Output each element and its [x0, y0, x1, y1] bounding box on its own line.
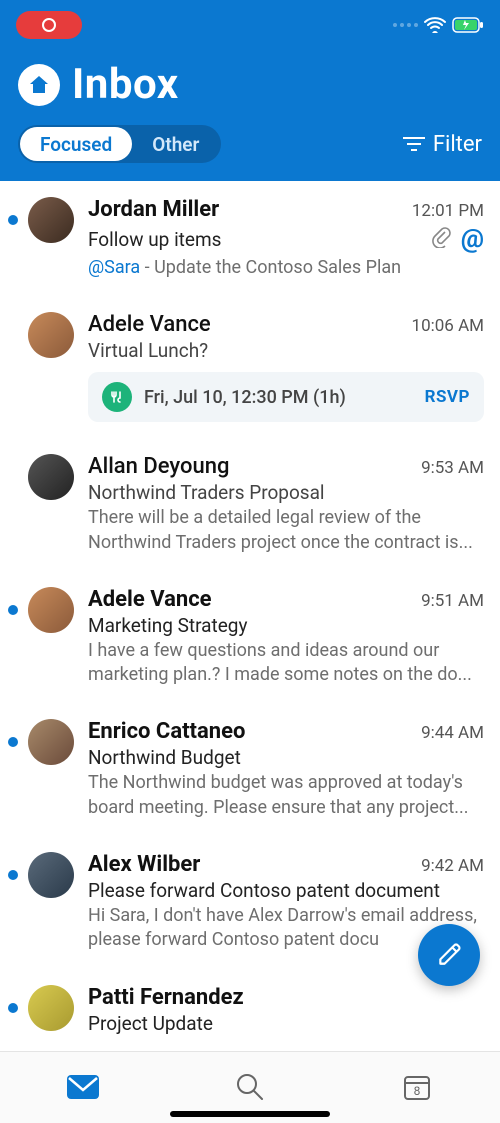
unread-dot [8, 215, 18, 225]
mention-icon: @ [461, 224, 484, 254]
compose-icon [436, 942, 462, 968]
email-row[interactable]: Adele Vance 9:51 AM Marketing StrategyI ha… [0, 571, 500, 704]
bottom-nav: 8 [0, 1051, 500, 1123]
inbox-tab-switch: Focused Other [18, 125, 221, 163]
email-preview: @Sara - Update the Contoso Sales Plan [88, 256, 484, 280]
tab-focused[interactable]: Focused [20, 127, 132, 161]
meeting-time: Fri, Jul 10, 12:30 PM (1h) [144, 387, 413, 408]
filter-label: Filter [433, 132, 482, 157]
email-time: 9:44 AM [421, 723, 484, 743]
unread-dot [8, 737, 18, 747]
home-button[interactable] [18, 64, 60, 106]
avatar [28, 454, 74, 500]
email-row[interactable]: Jordan Miller 12:01 PM Follow up items @@Sa… [0, 181, 500, 296]
email-row[interactable]: Allan Deyoung 9:53 AM Northwind Traders Pr… [0, 438, 500, 571]
avatar [28, 587, 74, 633]
page-title: Inbox [72, 60, 179, 109]
header: Inbox Focused Other Filter [0, 50, 500, 181]
avatar [28, 197, 74, 243]
battery-icon [452, 17, 484, 33]
email-subject: Marketing Strategy [88, 614, 247, 637]
compose-button[interactable] [418, 924, 480, 986]
sender-name: Adele Vance [88, 587, 212, 612]
recording-indicator [16, 11, 82, 39]
email-subject: Virtual Lunch? [88, 339, 208, 362]
email-preview: There will be a detailed legal review of… [88, 506, 484, 555]
page-dots [393, 23, 418, 27]
sender-name: Alex Wilber [88, 852, 200, 877]
unread-dot [8, 1003, 18, 1013]
home-indicator [170, 1111, 330, 1117]
email-time: 10:06 AM [412, 316, 484, 336]
email-list[interactable]: Jordan Miller 12:01 PM Follow up items @@Sa… [0, 181, 500, 1051]
status-bar [0, 0, 500, 50]
email-time: 9:42 AM [421, 856, 484, 876]
sender-name: Enrico Cattaneo [88, 719, 245, 744]
rsvp-button[interactable]: RSVP [425, 387, 470, 407]
sender-name: Jordan Miller [88, 197, 219, 222]
nav-calendar[interactable]: 8 [333, 1072, 500, 1102]
attachment-icon [431, 226, 451, 252]
avatar [28, 719, 74, 765]
email-time: 9:53 AM [421, 458, 484, 478]
email-subject: Northwind Budget [88, 746, 241, 769]
email-preview: The Northwind budget was approved at tod… [88, 771, 484, 820]
email-subject: Please forward Contoso patent document [88, 879, 440, 902]
email-subject: Follow up items [88, 228, 221, 251]
sender-name: Allan Deyoung [88, 454, 229, 479]
tab-other[interactable]: Other [132, 127, 219, 161]
calendar-icon: 8 [402, 1072, 432, 1102]
svg-text:8: 8 [413, 1084, 420, 1098]
wifi-icon [424, 17, 446, 33]
email-subject: Northwind Traders Proposal [88, 481, 325, 504]
email-time: 9:51 AM [421, 591, 484, 611]
sender-name: Adele Vance [88, 312, 211, 337]
avatar [28, 985, 74, 1031]
avatar [28, 312, 74, 358]
filter-icon [403, 136, 425, 152]
mail-icon [66, 1074, 100, 1100]
meeting-icon [102, 382, 132, 412]
sender-name: Patti Fernandez [88, 985, 244, 1010]
unread-dot [8, 870, 18, 880]
unread-dot [8, 605, 18, 615]
nav-search[interactable] [167, 1072, 334, 1102]
search-icon [235, 1072, 265, 1102]
meeting-rsvp-card[interactable]: Fri, Jul 10, 12:30 PM (1h) RSVP [88, 372, 484, 422]
avatar [28, 852, 74, 898]
email-row[interactable]: Enrico Cattaneo 9:44 AM Northwind BudgetTh… [0, 703, 500, 836]
email-subject: Project Update [88, 1012, 213, 1035]
nav-mail[interactable] [0, 1074, 167, 1100]
email-row[interactable]: Patti FernandezProject Update [0, 969, 500, 1051]
email-time: 12:01 PM [412, 201, 484, 221]
email-row[interactable]: Adele Vance 10:06 AM Virtual Lunch? Fri, Ju… [0, 296, 500, 438]
filter-button[interactable]: Filter [403, 132, 482, 157]
email-preview: I have a few questions and ideas around … [88, 639, 484, 688]
